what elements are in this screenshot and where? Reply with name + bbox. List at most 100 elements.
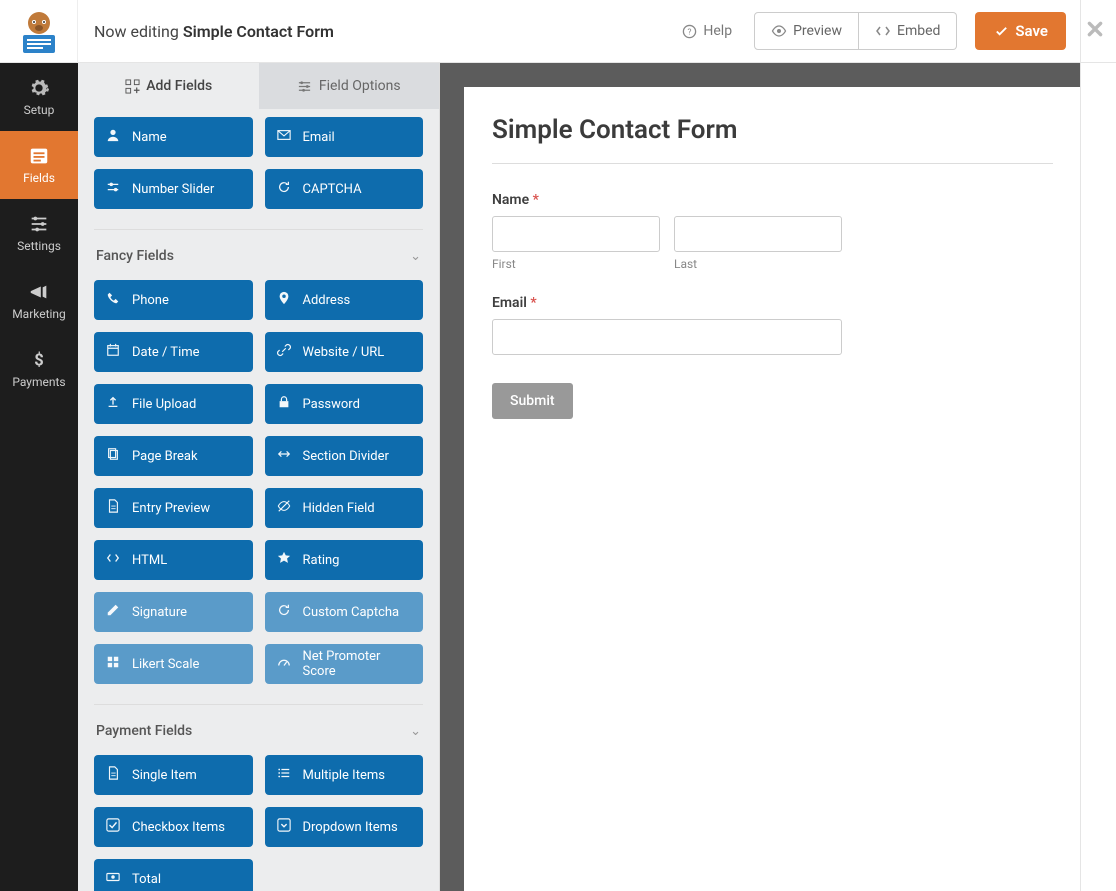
list-icon xyxy=(277,766,293,784)
field-rating[interactable]: Rating xyxy=(265,540,424,580)
field-phone[interactable]: Phone xyxy=(94,280,253,320)
embed-button[interactable]: Embed xyxy=(859,12,957,50)
field-address[interactable]: Address xyxy=(265,280,424,320)
section-payment-fields[interactable]: Payment Fields ⌄ xyxy=(94,704,423,745)
setup-icon xyxy=(28,77,50,99)
field-label: Website / URL xyxy=(303,345,385,360)
save-label: Save xyxy=(1015,22,1048,40)
refresh-icon xyxy=(277,180,293,198)
field-label: Name xyxy=(132,130,167,145)
money-icon xyxy=(106,870,122,888)
field-section-divider[interactable]: Section Divider xyxy=(265,436,424,476)
canvas-wrap: Simple Contact Form Name * First Last Em… xyxy=(440,63,1080,891)
link-icon xyxy=(277,343,293,361)
check-icon xyxy=(106,818,122,836)
header-title: Now editing Simple Contact Form xyxy=(78,22,681,41)
app-logo[interactable] xyxy=(15,7,63,55)
field-number-slider[interactable]: Number Slider xyxy=(94,169,253,209)
email-input[interactable] xyxy=(492,319,842,355)
field-label: Number Slider xyxy=(132,182,214,197)
payments-icon: $ xyxy=(28,349,50,371)
rail-item-settings[interactable]: Settings xyxy=(0,199,78,267)
field-label: Multiple Items xyxy=(303,768,385,783)
field-captcha[interactable]: CAPTCHA xyxy=(265,169,424,209)
field-name[interactable]: Name xyxy=(94,117,253,157)
refresh-icon xyxy=(277,603,293,621)
field-custom-captcha[interactable]: Custom Captcha xyxy=(265,592,424,632)
field-likert-scale[interactable]: Likert Scale xyxy=(94,644,253,684)
field-label: Checkbox Items xyxy=(132,820,225,835)
submit-button[interactable]: Submit xyxy=(492,383,573,419)
check-icon xyxy=(993,23,1009,39)
last-name-input[interactable] xyxy=(674,216,842,252)
field-label: Date / Time xyxy=(132,345,200,360)
chevron-down-icon: ⌄ xyxy=(410,249,421,264)
field-dropdown-items[interactable]: Dropdown Items xyxy=(265,807,424,847)
topbar-actions: ? Help Preview Embed Save xyxy=(681,12,1116,50)
logo-cell xyxy=(0,0,78,63)
close-button[interactable] xyxy=(1086,19,1104,44)
field-net-promoter-score[interactable]: Net Promoter Score xyxy=(265,644,424,684)
caret-icon xyxy=(277,818,293,836)
email-col xyxy=(492,319,842,355)
name-row: First Last xyxy=(492,216,1053,271)
field-html[interactable]: HTML xyxy=(94,540,253,580)
calendar-icon xyxy=(106,343,122,361)
sidebar-body[interactable]: Name Email Number Slider CAPTCHA Fancy Field… xyxy=(78,109,439,891)
field-label: Phone xyxy=(132,293,169,308)
doc-icon xyxy=(106,766,122,784)
rail-item-payments[interactable]: $Payments xyxy=(0,335,78,403)
field-hidden-field[interactable]: Hidden Field xyxy=(265,488,424,528)
field-file-upload[interactable]: File Upload xyxy=(94,384,253,424)
now-editing-text: Now editing xyxy=(94,22,179,41)
user-icon xyxy=(106,128,122,146)
field-label: Signature xyxy=(132,605,187,620)
field-label: HTML xyxy=(132,553,167,568)
field-email[interactable]: Email xyxy=(265,117,424,157)
field-signature[interactable]: Signature xyxy=(94,592,253,632)
field-multiple-items[interactable]: Multiple Items xyxy=(265,755,424,795)
preview-button[interactable]: Preview xyxy=(754,12,859,50)
field-label: Entry Preview xyxy=(132,501,210,516)
first-name-input[interactable] xyxy=(492,216,660,252)
rail-label: Settings xyxy=(17,239,61,253)
last-sublabel: Last xyxy=(674,257,842,271)
field-password[interactable]: Password xyxy=(265,384,424,424)
field-entry-preview[interactable]: Entry Preview xyxy=(94,488,253,528)
field-label: CAPTCHA xyxy=(303,182,362,197)
field-label: Single Item xyxy=(132,768,197,783)
field-total[interactable]: Total xyxy=(94,859,253,891)
pencil-icon xyxy=(106,603,122,621)
eye-off-icon xyxy=(277,499,293,517)
field-label: Password xyxy=(303,397,360,412)
section-title: Payment Fields xyxy=(96,723,192,739)
tab-field-options[interactable]: Field Options xyxy=(259,63,440,109)
help-label: Help xyxy=(703,23,732,39)
chevron-down-icon: ⌄ xyxy=(410,724,421,739)
tab-add-fields[interactable]: Add Fields xyxy=(78,63,259,109)
first-sublabel: First xyxy=(492,257,660,271)
preview-label: Preview xyxy=(793,23,842,39)
save-button[interactable]: Save xyxy=(975,12,1066,50)
field-website-url[interactable]: Website / URL xyxy=(265,332,424,372)
help-button[interactable]: ? Help xyxy=(681,23,732,39)
rail-item-marketing[interactable]: Marketing xyxy=(0,267,78,335)
code-icon xyxy=(875,23,891,39)
help-icon: ? xyxy=(681,23,697,39)
nav-rail: SetupFields Settings Marketing$Payments xyxy=(0,63,78,891)
field-page-break[interactable]: Page Break xyxy=(94,436,253,476)
field-label: Page Break xyxy=(132,449,198,464)
section-fancy-fields[interactable]: Fancy Fields⌄ xyxy=(94,229,423,270)
tab-options-label: Field Options xyxy=(319,78,401,94)
marketing-icon xyxy=(28,281,50,303)
form-canvas[interactable]: Simple Contact Form Name * First Last Em… xyxy=(464,87,1080,891)
rail-item-fields[interactable]: Fields xyxy=(0,131,78,199)
field-checkbox-items[interactable]: Checkbox Items xyxy=(94,807,253,847)
field-date-time[interactable]: Date / Time xyxy=(94,332,253,372)
code-icon xyxy=(106,551,122,569)
field-label: Total xyxy=(132,872,161,887)
field-label: Custom Captcha xyxy=(303,605,400,620)
gauge-icon xyxy=(277,655,293,673)
rail-item-setup[interactable]: Setup xyxy=(0,63,78,131)
field-single-item[interactable]: Single Item xyxy=(94,755,253,795)
